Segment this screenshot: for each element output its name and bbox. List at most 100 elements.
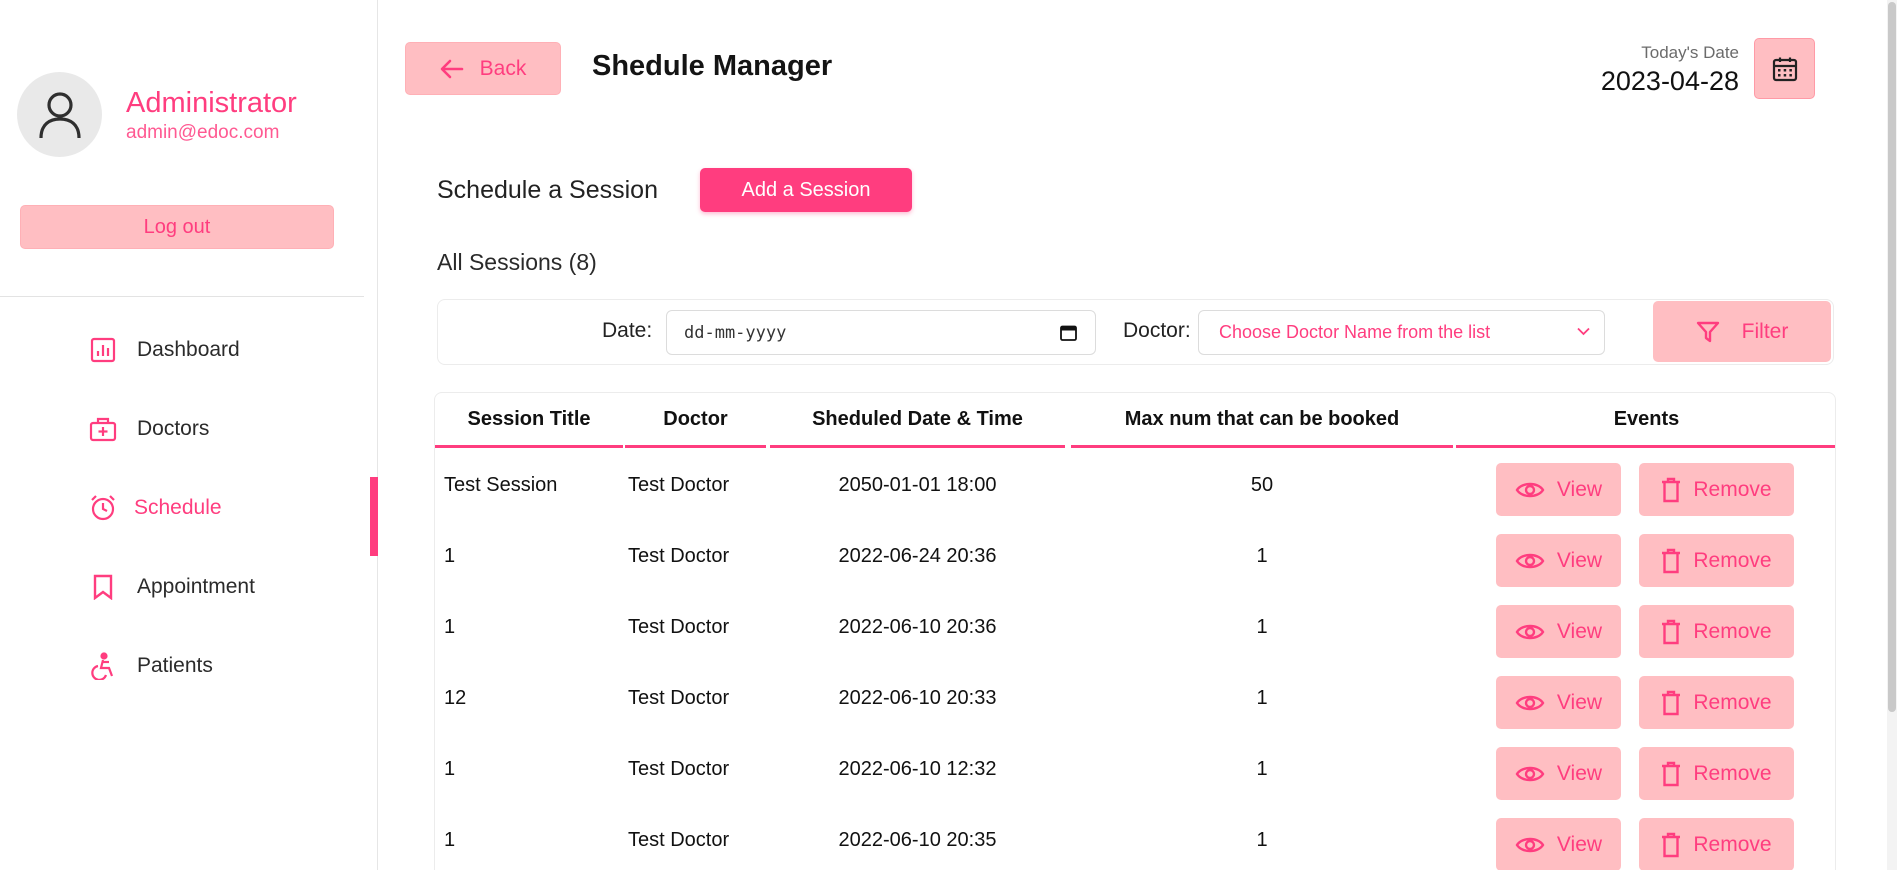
column-header-max-booked: Max num that can be booked xyxy=(1071,393,1453,448)
bookmark-icon xyxy=(88,572,118,602)
cell-doctor: Test Doctor xyxy=(628,829,730,851)
sidebar-item-label: Schedule xyxy=(134,495,222,519)
cell-datetime: 2050-01-01 18:00 xyxy=(838,474,997,496)
cell-session-title: 1 xyxy=(444,616,456,638)
doctor-select-value: Choose Doctor Name from the list xyxy=(1219,322,1491,342)
profile-name: Administrator xyxy=(126,86,297,119)
remove-label: Remove xyxy=(1693,477,1772,501)
user-icon xyxy=(38,91,81,138)
sessions-count: All Sessions (8) xyxy=(437,249,597,275)
table-row: 1 Test Doctor 2022-06-10 20:36 1 View Re… xyxy=(435,592,1835,663)
date-placeholder: dd-mm-yyyy xyxy=(684,322,787,343)
sidebar-nav: Dashboard Doctors Schedule Appointment P… xyxy=(0,310,378,705)
accessibility-icon xyxy=(88,651,118,681)
view-label: View xyxy=(1556,761,1603,785)
remove-label: Remove xyxy=(1693,619,1772,643)
doctor-select[interactable]: Choose Doctor Name from the list xyxy=(1198,310,1605,355)
remove-label: Remove xyxy=(1693,832,1772,856)
sidebar-item-dashboard[interactable]: Dashboard xyxy=(0,310,378,389)
cell-max-booked: 1 xyxy=(1256,616,1268,638)
eye-icon xyxy=(1515,482,1545,497)
logout-button[interactable]: Log out xyxy=(20,205,334,249)
trash-icon xyxy=(1662,690,1681,715)
cell-datetime: 2022-06-10 20:33 xyxy=(838,687,997,709)
table-row: 1 Test Doctor 2022-06-10 20:35 1 View Re… xyxy=(435,805,1835,870)
cell-doctor: Test Doctor xyxy=(628,545,730,567)
scrollbar-thumb[interactable] xyxy=(1888,2,1896,712)
filter-icon xyxy=(1696,321,1719,342)
sidebar-item-schedule[interactable]: Schedule xyxy=(0,468,378,556)
remove-button[interactable]: Remove xyxy=(1639,605,1794,658)
doctor-filter-label: Doctor: xyxy=(1123,319,1191,342)
dashboard-icon xyxy=(88,335,118,365)
cell-datetime: 2022-06-24 20:36 xyxy=(838,545,997,567)
table-header: Session Title Doctor Sheduled Date & Tim… xyxy=(435,393,1835,448)
sessions-table: Session Title Doctor Sheduled Date & Tim… xyxy=(434,392,1836,870)
profile-card: Administrator admin@edoc.com xyxy=(17,72,297,157)
cell-session-title: Test Session xyxy=(444,474,558,496)
cell-max-booked: 50 xyxy=(1250,474,1274,496)
avatar xyxy=(17,72,102,157)
sidebar-item-doctors[interactable]: Doctors xyxy=(0,389,378,468)
remove-button[interactable]: Remove xyxy=(1639,676,1794,729)
today-label: Today's Date xyxy=(1641,43,1739,62)
cell-datetime: 2022-06-10 20:36 xyxy=(838,616,997,638)
add-session-button[interactable]: Add a Session xyxy=(700,168,912,212)
page-title: Shedule Manager xyxy=(592,50,833,82)
filter-button[interactable]: Filter xyxy=(1653,301,1831,362)
profile-email: admin@edoc.com xyxy=(126,121,280,143)
view-label: View xyxy=(1556,548,1603,572)
column-header-session-title: Session Title xyxy=(435,393,623,448)
sidebar-item-patients[interactable]: Patients xyxy=(0,626,378,705)
table-row: Test Session Test Doctor 2050-01-01 18:0… xyxy=(435,450,1835,521)
trash-icon xyxy=(1662,761,1681,786)
view-label: View xyxy=(1556,619,1603,643)
trash-icon xyxy=(1662,477,1681,502)
calendar-button[interactable] xyxy=(1754,38,1815,99)
table-row: 1 Test Doctor 2022-06-24 20:36 1 View Re… xyxy=(435,521,1835,592)
eye-icon xyxy=(1515,766,1545,781)
table-row: 12 Test Doctor 2022-06-10 20:33 1 View R… xyxy=(435,663,1835,734)
sidebar-item-label: Dashboard xyxy=(137,337,240,361)
view-label: View xyxy=(1556,477,1603,501)
remove-button[interactable]: Remove xyxy=(1639,534,1794,587)
column-header-datetime: Sheduled Date & Time xyxy=(770,393,1065,448)
view-button[interactable]: View xyxy=(1496,747,1621,800)
view-button[interactable]: View xyxy=(1496,605,1621,658)
sidebar-item-appointment[interactable]: Appointment xyxy=(0,547,378,626)
trash-icon xyxy=(1662,619,1681,644)
remove-label: Remove xyxy=(1693,690,1772,714)
trash-icon xyxy=(1662,548,1681,573)
eye-icon xyxy=(1515,624,1545,639)
column-header-events: Events xyxy=(1456,393,1835,448)
page-scrollbar[interactable] xyxy=(1887,0,1897,870)
cell-session-title: 1 xyxy=(444,758,456,780)
cell-datetime: 2022-06-10 12:32 xyxy=(838,758,997,780)
calendar-icon xyxy=(1772,57,1797,81)
view-button[interactable]: View xyxy=(1496,818,1621,870)
remove-button[interactable]: Remove xyxy=(1639,747,1794,800)
view-button[interactable]: View xyxy=(1496,534,1621,587)
eye-icon xyxy=(1515,837,1545,852)
remove-button[interactable]: Remove xyxy=(1639,463,1794,516)
schedule-heading: Schedule a Session xyxy=(437,176,658,204)
cell-datetime: 2022-06-10 20:35 xyxy=(838,829,997,851)
today-date: Today's Date 2023-04-28 xyxy=(1601,43,1739,97)
view-button[interactable]: View xyxy=(1496,463,1621,516)
remove-label: Remove xyxy=(1693,761,1772,785)
sidebar: Administrator admin@edoc.com Log out Das… xyxy=(0,0,378,870)
cell-doctor: Test Doctor xyxy=(628,474,730,496)
view-button[interactable]: View xyxy=(1496,676,1621,729)
back-label: Back xyxy=(479,56,527,80)
back-button[interactable]: Back xyxy=(405,42,561,95)
cell-doctor: Test Doctor xyxy=(628,758,730,780)
date-input[interactable]: dd-mm-yyyy xyxy=(666,310,1096,355)
cell-doctor: Test Doctor xyxy=(628,616,730,638)
cell-session-title: 1 xyxy=(444,829,456,851)
filter-label: Filter xyxy=(1741,319,1789,343)
calendar-icon[interactable] xyxy=(1060,324,1077,341)
chevron-down-icon xyxy=(1577,327,1590,336)
cell-session-title: 12 xyxy=(444,687,467,709)
doctors-icon xyxy=(88,414,118,444)
remove-button[interactable]: Remove xyxy=(1639,818,1794,870)
